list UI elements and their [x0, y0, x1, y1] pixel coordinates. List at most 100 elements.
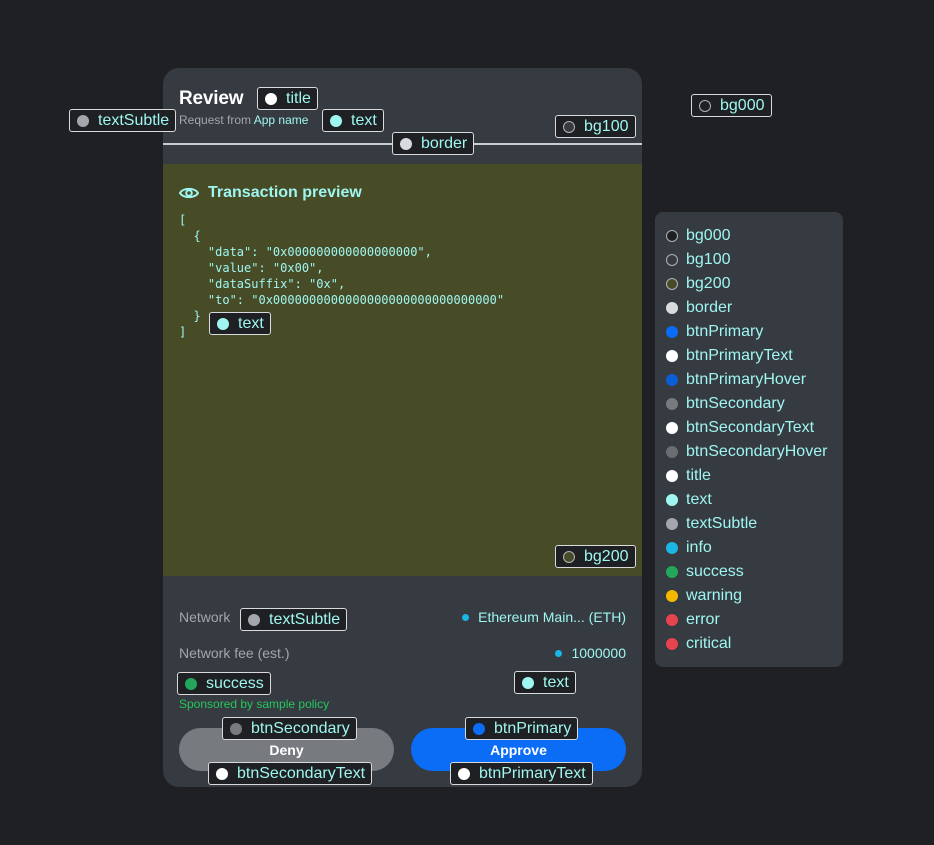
token-tag-label: text [238, 314, 264, 332]
legend-label: textSubtle [686, 515, 758, 532]
swatch-icon [473, 722, 485, 735]
sponsor-text: Sponsored by sample policy [179, 697, 330, 711]
network-value: Ethereum Main... (ETH) [462, 609, 626, 625]
swatch-icon [666, 230, 678, 242]
legend-item: bg100 [666, 248, 843, 272]
legend-item: btnPrimary [666, 320, 843, 344]
swatch-icon [563, 120, 575, 133]
request-subtitle: Request from App name [179, 113, 308, 127]
swatch-icon [458, 767, 470, 780]
legend-item: success [666, 560, 843, 584]
app-name: App name [253, 113, 309, 127]
token-tag-text-subtle-row: textSubtle [240, 608, 348, 631]
network-value-text: Ethereum Main... (ETH) [478, 609, 626, 625]
token-tag-text: text [322, 109, 384, 132]
swatch-icon [666, 326, 678, 338]
legend-label: text [686, 491, 712, 508]
legend-item: textSubtle [666, 512, 843, 536]
token-tag-text-subtle: textSubtle [69, 109, 177, 132]
token-tag-label: textSubtle [98, 111, 170, 129]
swatch-icon [666, 518, 678, 530]
swatch-icon [400, 137, 412, 150]
legend-label: warning [686, 587, 743, 604]
token-tag-label: text [543, 673, 569, 691]
legend-label: btnSecondary [686, 395, 785, 412]
token-tag-border: border [392, 132, 475, 155]
preview-title: Transaction preview [208, 184, 362, 201]
swatch-icon [666, 470, 678, 482]
legend-label: title [686, 467, 711, 484]
preview-heading: Transaction preview [179, 184, 362, 202]
network-label: Network [179, 609, 231, 625]
token-tag-label: btnPrimaryText [479, 764, 586, 782]
fee-label: Network fee (est.) [179, 645, 290, 661]
swatch-icon [666, 374, 678, 386]
token-tag-btn-primary-text: btnPrimaryText [450, 762, 593, 785]
swatch-icon [666, 566, 678, 578]
transaction-preview: Transaction preview [ { "data": "0x00000… [163, 164, 642, 576]
legend-item: btnSecondary [666, 392, 843, 416]
token-tag-success: success [177, 672, 271, 695]
legend-item: btnPrimaryHover [666, 368, 843, 392]
legend-item: btnPrimaryText [666, 344, 843, 368]
swatch-icon [666, 422, 678, 434]
token-tag-btn-secondary-text: btnSecondaryText [208, 762, 373, 785]
subtitle-prefix: Request from [179, 113, 252, 127]
swatch-icon [666, 446, 678, 458]
legend-item: text [666, 488, 843, 512]
swatch-icon [666, 614, 678, 626]
swatch-icon [666, 494, 678, 506]
token-tag-btn-secondary: btnSecondary [222, 717, 357, 740]
swatch-icon [522, 676, 534, 689]
token-tag-label: btnSecondary [251, 719, 350, 737]
legend-label: border [686, 299, 733, 316]
legend-label: bg100 [686, 251, 731, 268]
legend-label: btnPrimary [686, 323, 764, 340]
legend-label: btnSecondaryHover [686, 443, 828, 460]
swatch-icon [217, 317, 229, 330]
token-tag-bg200: bg200 [555, 545, 636, 568]
legend-item: bg200 [666, 272, 843, 296]
legend-item: bg000 [666, 224, 843, 248]
swatch-icon [330, 114, 342, 127]
legend-label: success [686, 563, 744, 580]
color-legend: bg000 bg100 bg200 border btnPrimary btnPrimar… [655, 212, 843, 667]
legend-item: error [666, 608, 843, 632]
legend-item: btnSecondaryHover [666, 440, 843, 464]
fee-value-text: 1000000 [571, 645, 626, 661]
swatch-icon [563, 550, 575, 563]
legend-item: warning [666, 584, 843, 608]
token-tag-label: btnSecondaryText [237, 764, 366, 782]
token-tag-text-code: text [209, 312, 271, 335]
info-dot-icon [462, 613, 470, 621]
token-tag-label: border [421, 134, 468, 152]
legend-label: btnPrimaryText [686, 347, 793, 364]
token-tag-label: textSubtle [269, 610, 341, 628]
legend-item: title [666, 464, 843, 488]
token-tag-text-fee: text [514, 671, 576, 694]
swatch-icon [666, 302, 678, 314]
token-tag-label: title [286, 89, 311, 107]
token-tag-bg000: bg000 [691, 94, 772, 117]
legend-label: critical [686, 635, 732, 652]
swatch-icon [666, 278, 678, 290]
legend-item: info [666, 536, 843, 560]
token-tag-btn-primary: btnPrimary [465, 717, 579, 740]
swatch-icon [265, 92, 277, 105]
swatch-icon [216, 767, 228, 780]
legend-label: btnSecondaryText [686, 419, 815, 436]
fee-value: 1000000 [555, 645, 626, 661]
eye-icon [179, 187, 199, 199]
info-dot-icon [555, 649, 563, 657]
swatch-icon [666, 398, 678, 410]
legend-label: error [686, 611, 720, 628]
legend-item: border [666, 296, 843, 320]
token-tag-label: success [206, 674, 264, 692]
swatch-icon [248, 613, 260, 626]
token-tag-label: bg000 [720, 96, 765, 114]
swatch-icon [666, 590, 678, 602]
legend-item: btnSecondaryText [666, 416, 843, 440]
legend-label: btnPrimaryHover [686, 371, 807, 388]
legend-label: bg000 [686, 227, 731, 244]
swatch-icon [230, 722, 242, 735]
